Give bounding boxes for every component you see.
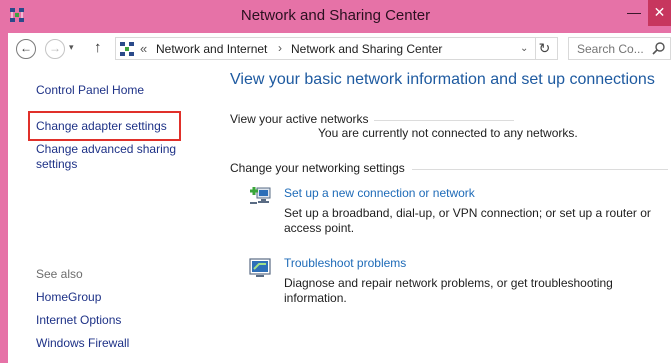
forward-button[interactable]: → — [45, 39, 65, 59]
new-connection-icon — [250, 187, 271, 204]
up-button[interactable]: ↑ — [94, 39, 102, 56]
troubleshoot-problems-link[interactable]: Troubleshoot problems — [284, 256, 406, 270]
address-dropdown[interactable]: ⌄ — [520, 43, 528, 54]
breadcrumb-separator[interactable]: › — [278, 41, 282, 55]
setup-connection-description: Set up a broadband, dial-up, or VPN conn… — [284, 206, 651, 235]
window-title: Network and Sharing Center — [240, 7, 431, 24]
change-adapter-settings-link[interactable]: Change adapter settings — [36, 119, 167, 134]
title-bar: Network and Sharing Center — ✕ — [0, 0, 671, 33]
search-icon[interactable] — [652, 41, 666, 55]
breadcrumb-network-and-internet[interactable]: Network and Internet — [156, 42, 267, 56]
troubleshoot-icon — [249, 258, 271, 277]
setup-connection-link[interactable]: Set up a new connection or network — [284, 186, 475, 200]
networking-settings-heading: Change your networking settings — [230, 161, 405, 175]
recent-locations-dropdown[interactable]: ▾ — [69, 42, 74, 53]
search-input[interactable] — [577, 42, 647, 56]
main-content: View your basic network information and … — [214, 64, 671, 363]
section-divider — [374, 120, 514, 121]
overflow-chevron[interactable]: « — [140, 41, 147, 56]
control-panel-icon — [120, 42, 134, 56]
active-networks-heading: View your active networks — [230, 112, 369, 126]
address-box[interactable]: « Network and Internet › Network and Sha… — [115, 37, 536, 60]
homegroup-link[interactable]: HomeGroup — [36, 290, 101, 305]
troubleshoot-description: Diagnose and repair network problems, or… — [284, 276, 613, 305]
close-button[interactable]: ✕ — [648, 0, 671, 26]
back-button[interactable]: ← — [16, 39, 36, 59]
address-bar: ← → ▾ ↑ « Network and Internet › Network… — [8, 33, 671, 64]
breadcrumb-network-sharing-center[interactable]: Network and Sharing Center — [291, 42, 442, 56]
refresh-button[interactable]: ↻ — [532, 37, 558, 60]
minimize-button[interactable]: — — [620, 4, 648, 26]
no-networks-message: You are currently not connected to any n… — [318, 126, 578, 140]
windows-firewall-link[interactable]: Windows Firewall — [36, 336, 129, 351]
search-box[interactable] — [568, 37, 671, 60]
control-panel-home-link[interactable]: Control Panel Home — [36, 83, 144, 98]
see-also-heading: See also — [36, 267, 83, 281]
section-divider — [412, 169, 668, 170]
task-pane: Control Panel Home Change adapter settin… — [8, 64, 214, 363]
page-title: View your basic network information and … — [230, 71, 655, 88]
internet-options-link[interactable]: Internet Options — [36, 313, 121, 328]
change-advanced-sharing-link[interactable]: Change advanced sharing settings — [36, 142, 196, 172]
